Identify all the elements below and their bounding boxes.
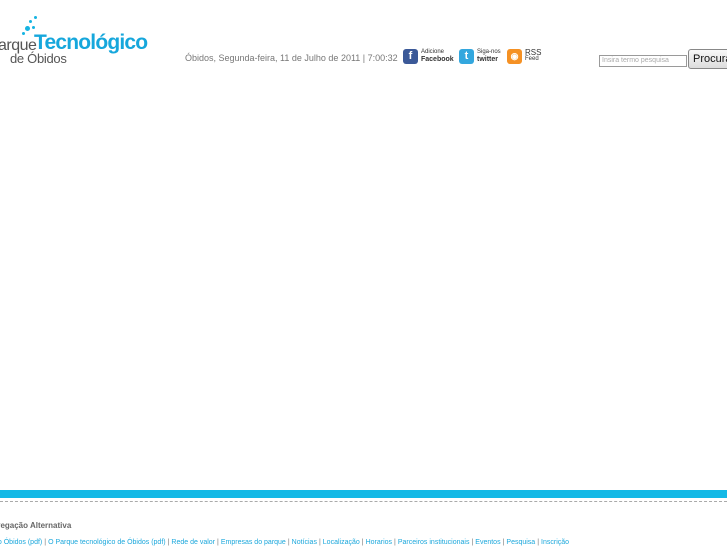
search-input[interactable]: Insira termo pesquisa — [599, 55, 687, 67]
facebook-line2: Facebook — [421, 56, 454, 63]
twitter-line1: Siga-nos — [477, 49, 501, 55]
site-logo[interactable]: arque Tecnológico de Óbidos — [0, 14, 148, 70]
date-time-display: Óbidos, Segunda-feira, 11 de Julho de 20… — [185, 53, 398, 63]
rss-line1: RSS — [525, 48, 542, 57]
facebook-line1: Adicione — [421, 49, 445, 55]
twitter-link[interactable]: t Siga-nos twitter — [459, 47, 501, 65]
rss-line2: Feed — [525, 56, 539, 62]
rss-icon: ◉ — [507, 48, 522, 64]
twitter-line2: twitter — [477, 56, 498, 63]
facebook-icon: f — [403, 48, 418, 64]
footer-accent-bar — [0, 490, 727, 498]
twitter-icon: t — [459, 48, 474, 64]
facebook-link[interactable]: f Adicione Facebook — [403, 47, 454, 65]
alternative-navigation-title: vegação Alternativa — [0, 521, 72, 530]
rss-link[interactable]: ◉ RSS Feed — [507, 47, 541, 65]
page-header: arque Tecnológico de Óbidos Óbidos, Segu… — [0, 0, 727, 80]
logo-subtitle: de Óbidos — [10, 51, 67, 66]
search-button[interactable]: Procura — [688, 49, 727, 69]
footer-divider — [0, 501, 727, 502]
